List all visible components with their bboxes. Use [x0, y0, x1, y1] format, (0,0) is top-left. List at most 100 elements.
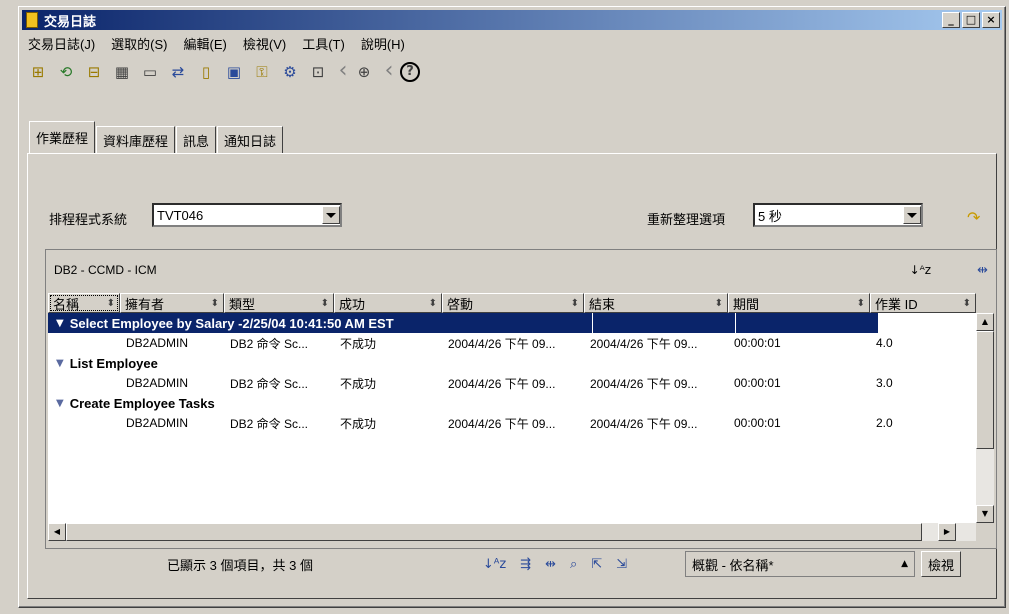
menu-journal[interactable]: 交易日誌(J) [22, 34, 101, 53]
status-bar: 已顯示 3 個項目，共 3 個 ↓ᴬz ⇶ ⇹ ⌕ ⇱ ⇲ 概觀 - 依名稱* … [45, 548, 995, 580]
cell-success: 不成功 [340, 336, 377, 351]
column-header-job-id[interactable]: 作業 ID ⬍ [870, 293, 976, 313]
group-row[interactable]: ▼ Select Employee by Salary -2/25/04 10:… [48, 313, 976, 333]
command-editor-icon[interactable]: ▭ [138, 60, 162, 84]
cell-end: 2004/4/26 下午 09... [590, 416, 698, 431]
status-count-text: 已顯示 3 個項目，共 3 個 [167, 557, 313, 573]
table-caption: DB2 - CCMD - ICM [54, 263, 157, 277]
sort-az-icon[interactable]: ↓ᴬz [910, 263, 932, 277]
find-icon[interactable]: ⌕ [570, 557, 577, 572]
tab-job-history[interactable]: 作業歷程 [29, 121, 96, 154]
sort-az-icon[interactable]: ↓ᴬz [483, 557, 506, 572]
refresh-options-combo[interactable]: 5 秒 [753, 203, 923, 227]
development-center-icon[interactable]: ⊡ [306, 60, 330, 84]
tab-bar: 作業歷程 資料庫歷程 訊息 通知日誌 [29, 121, 284, 154]
control-center-icon[interactable]: ⊞ [26, 60, 50, 84]
column-split-icon[interactable]: ⇹ [977, 263, 988, 278]
expand-triangle-icon[interactable]: ▼ [56, 318, 64, 329]
select-all-icon[interactable]: ⇱ [591, 557, 602, 572]
menu-view[interactable]: 檢視(V) [237, 34, 292, 53]
column-header-start[interactable]: 啓動 ⬍ [442, 293, 584, 313]
sort-icon: ⬍ [428, 297, 437, 309]
cell-owner: DB2ADMIN [126, 416, 189, 430]
satellite-admin-icon[interactable]: ⊟ [82, 60, 106, 84]
chevron-up-icon[interactable]: ▲ [901, 559, 908, 569]
sort-icon: ⬍ [962, 297, 971, 309]
title-bar[interactable]: 交易日誌 _ □ × [22, 10, 1002, 30]
group-name: Select Employee by Salary -2/25/04 10:41… [69, 315, 394, 331]
maximize-button[interactable]: □ [962, 12, 980, 28]
help-icon: ? [400, 62, 420, 82]
menu-edit[interactable]: 編輯(E) [178, 34, 233, 53]
column-header-duration[interactable]: 期間 ⬍ [728, 293, 870, 313]
sort-icon: ⬍ [320, 297, 329, 309]
task-center-icon[interactable]: ⇄ [166, 60, 190, 84]
table-row[interactable]: DB2ADMIN DB2 命令 Sc... 不成功 2004/4/26 下午 0… [48, 413, 976, 433]
view-button[interactable]: 檢視 [921, 551, 962, 577]
table-row[interactable]: DB2ADMIN DB2 命令 Sc... 不成功 2004/4/26 下午 0… [48, 333, 976, 353]
expand-triangle-icon[interactable]: ▼ [56, 398, 64, 409]
cell-start: 2004/4/26 下午 09... [448, 416, 556, 431]
group-name: List Employee [69, 355, 158, 371]
cell-duration: 00:00:01 [734, 376, 781, 390]
column-header-type[interactable]: 類型 ⬍ [224, 293, 334, 313]
group-row[interactable]: ▼ Create Employee Tasks [48, 393, 976, 413]
data-warehouse-icon[interactable]: ▦ [110, 60, 134, 84]
vertical-scroll-thumb[interactable] [976, 331, 994, 449]
replication-center-icon[interactable]: ⟲ [54, 60, 78, 84]
column-header-owner[interactable]: 擁有者 ⬍ [120, 293, 224, 313]
scroll-up-icon[interactable]: ▲ [976, 313, 994, 331]
tab-messages[interactable]: 訊息 [176, 126, 217, 153]
column-split-icon[interactable]: ⇹ [545, 557, 556, 572]
scroll-down-icon[interactable]: ▼ [976, 505, 994, 523]
cell-type: DB2 命令 Sc... [230, 376, 309, 391]
column-headers: 名稱 ⬍ 擁有者 ⬍ 類型 ⬍ 成功 ⬍ 啓動 ⬍ 結束 ⬍ 期間 ⬍ 作業 ID ⬍ [48, 293, 976, 313]
table-header-bar: DB2 - CCMD - ICM ↓ᴬz ⇹ [46, 250, 996, 290]
close-button[interactable]: × [982, 12, 1000, 28]
menu-help[interactable]: 說明(H) [355, 34, 411, 53]
cell-end: 2004/4/26 下午 09... [590, 376, 698, 391]
table-row[interactable]: DB2ADMIN DB2 命令 Sc... 不成功 2004/4/26 下午 0… [48, 373, 976, 393]
deselect-all-icon[interactable]: ⇲ [616, 557, 627, 572]
scheduler-system-label: 排程程式系統 [49, 212, 128, 227]
expand-triangle-icon[interactable]: ▼ [56, 358, 64, 369]
horizontal-scroll-thumb[interactable] [66, 523, 922, 541]
license-center-icon[interactable]: ⚿ [250, 60, 274, 84]
configuration-assistant-icon[interactable]: ⚙ [278, 60, 302, 84]
menu-selected[interactable]: 選取的(S) [105, 34, 173, 53]
cell-end: 2004/4/26 下午 09... [590, 336, 698, 351]
tab-database-history[interactable]: 資料庫歷程 [96, 126, 176, 153]
job-grid: 名稱 ⬍ 擁有者 ⬍ 類型 ⬍ 成功 ⬍ 啓動 ⬍ 結束 ⬍ 期間 ⬍ 作業 ID ⬍ ▼ Se… [48, 293, 976, 523]
group-row[interactable]: ▼ List Employee [48, 353, 976, 373]
minimize-button[interactable]: _ [942, 12, 960, 28]
toolbar-separator: ‹ [338, 58, 348, 83]
column-header-name[interactable]: 名稱 ⬍ [48, 293, 120, 313]
tools-settings-icon[interactable]: ⊕ [352, 60, 376, 84]
view-selector[interactable]: 概觀 - 依名稱* ▲ [685, 551, 915, 577]
column-header-success[interactable]: 成功 ⬍ [334, 293, 442, 313]
column-header-end[interactable]: 結束 ⬍ [584, 293, 728, 313]
journal-icon[interactable]: ▯ [194, 60, 218, 84]
menu-bar: 交易日誌(J) 選取的(S) 編輯(E) 檢視(V) 工具(T) 說明(H) [22, 32, 1002, 54]
status-tools: ↓ᴬz ⇶ ⇹ ⌕ ⇱ ⇲ [435, 557, 675, 572]
chevron-down-icon[interactable] [903, 206, 921, 224]
cell-start: 2004/4/26 下午 09... [448, 376, 556, 391]
chevron-down-icon[interactable] [322, 206, 340, 224]
scroll-left-icon[interactable]: ◀ [48, 523, 66, 541]
main-window: 交易日誌 _ □ × 交易日誌(J) 選取的(S) 編輯(E) 檢視(V) 工具… [18, 6, 1006, 608]
window-title: 交易日誌 [44, 13, 97, 29]
help-button[interactable]: ? [398, 60, 422, 84]
tab-notification-log[interactable]: 通知日誌 [217, 126, 284, 153]
health-center-icon[interactable]: ▣ [222, 60, 246, 84]
scroll-right-icon[interactable]: ▶ [938, 523, 956, 541]
refresh-icon[interactable]: ↷ [967, 208, 980, 227]
scheduler-system-combo[interactable]: TVT046 [152, 203, 342, 227]
vertical-scrollbar[interactable]: ▲ ▼ [976, 313, 994, 523]
cell-duration: 00:00:01 [734, 336, 781, 350]
menu-tools[interactable]: 工具(T) [296, 34, 351, 53]
sort-icon: ⬍ [856, 297, 865, 309]
horizontal-scrollbar[interactable]: ◀ ▶ [48, 523, 976, 541]
cell-duration: 00:00:01 [734, 416, 781, 430]
filter-icon[interactable]: ⇶ [520, 557, 531, 572]
toolbar-separator: ‹ [384, 58, 394, 83]
